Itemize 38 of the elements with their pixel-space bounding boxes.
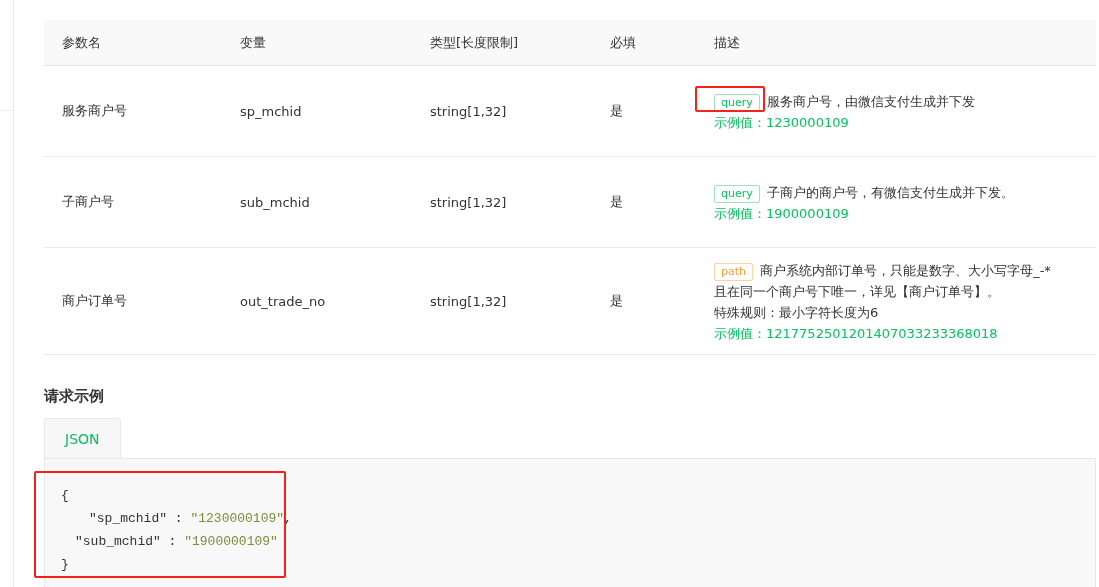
table-cell: sp_mchid bbox=[222, 65, 412, 157]
column-header: 必填 bbox=[592, 20, 696, 66]
example-value: 示例值：1230000109 bbox=[714, 114, 850, 132]
format-tab[interactable]: JSON bbox=[44, 418, 121, 458]
column-header: 变量 bbox=[222, 20, 412, 66]
table-cell: 是 bbox=[592, 65, 696, 157]
column-header: 参数名 bbox=[44, 20, 222, 66]
code-text: { bbox=[61, 488, 69, 503]
code-text: ″sp_mchid″ : bbox=[89, 511, 184, 526]
code-text: , bbox=[284, 511, 292, 526]
parameter-tag: query bbox=[714, 185, 760, 203]
description-text: 特殊规则：最小字符长度为6 bbox=[714, 304, 880, 322]
column-header: 描述 bbox=[696, 20, 1096, 66]
description-text: 子商户的商户号，有微信支付生成并下发。 bbox=[766, 185, 1014, 200]
table-cell: 是 bbox=[592, 156, 696, 248]
table-cell: string[1,32] bbox=[412, 247, 592, 355]
description-text: 商户系统内部订单号，只能是数字、大小写字母_-* bbox=[760, 263, 1051, 278]
table-cell: 子商户号 bbox=[44, 156, 222, 248]
description-text: 且在同一个商户号下唯一，详见【商户订单号】。 bbox=[714, 283, 1001, 301]
table-cell: out_trade_no bbox=[222, 247, 412, 355]
description-text: 服务商户号，由微信支付生成并下发 bbox=[766, 94, 975, 109]
parameter-tag: query bbox=[714, 94, 760, 112]
highlight-frame bbox=[695, 86, 765, 112]
code-text: ″1230000109″ bbox=[190, 511, 285, 526]
table-cell: string[1,32] bbox=[412, 156, 592, 248]
code-text: } bbox=[61, 557, 69, 572]
table-cell: 服务商户号 bbox=[44, 65, 222, 157]
table-cell: string[1,32] bbox=[412, 65, 592, 157]
column-header: 类型[长度限制] bbox=[412, 20, 592, 66]
example-value: 示例值：1900000109 bbox=[714, 205, 850, 223]
code-text: ″sub_mchid″ : bbox=[75, 534, 178, 549]
table-cell: 是 bbox=[592, 247, 696, 355]
table-cell: 商户订单号 bbox=[44, 247, 222, 355]
example-value: 示例值：1217752501201407033233368018 bbox=[714, 325, 999, 343]
parameter-tag: path bbox=[714, 263, 753, 281]
section-title: 请求示例 bbox=[44, 387, 105, 406]
code-text: ″1900000109″ bbox=[184, 534, 278, 549]
table-cell: sub_mchid bbox=[222, 156, 412, 248]
